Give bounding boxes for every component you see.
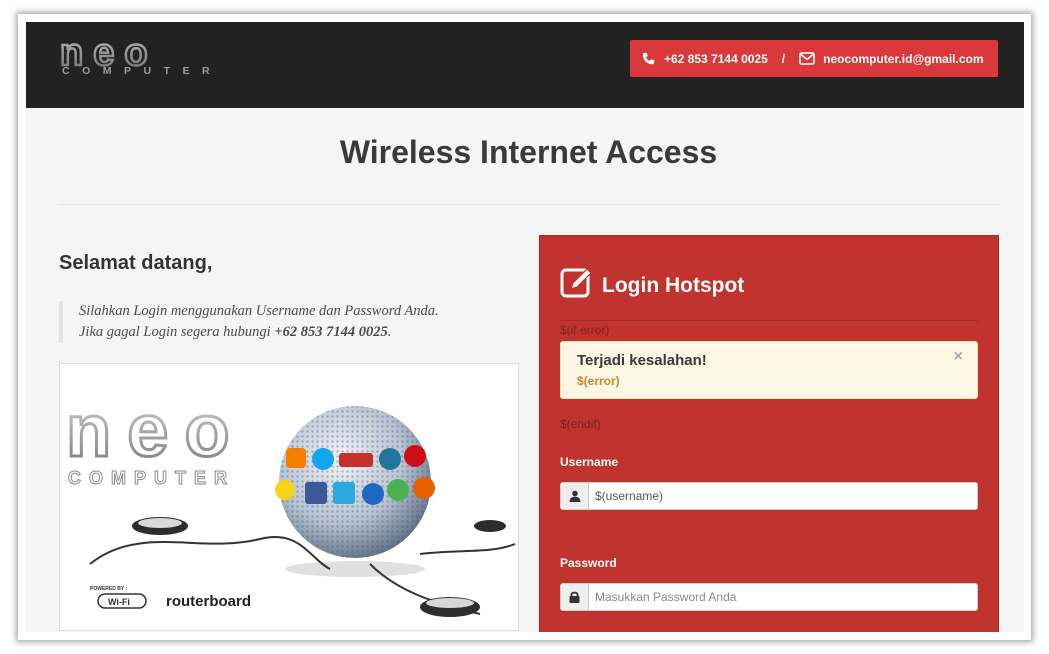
close-icon[interactable]: × [954,348,963,366]
neo-computer-logo: neo COMPUTER [59,38,222,76]
template-endif: $(endif) [560,417,601,431]
hero-logo-sub: COMPUTER [68,468,235,488]
login-panel: Login Hotspot $(if error) Terjadi kesala… [539,235,999,632]
hero-routerboard: routerboard [166,593,251,610]
header-bar: neo COMPUTER +62 853 7144 0025 / neocomp… [26,22,1024,108]
username-field [560,482,978,510]
contact-bar: +62 853 7144 0025 / neocomputer.id@gmail… [630,40,998,77]
intro-line-2: Jika gagal Login segera hubungi +62 853 … [79,324,392,340]
user-icon [561,483,589,509]
alert-message: $(error) [577,374,620,388]
intro-line-1: Silahkan Login menggunakan Username dan … [79,303,439,319]
svg-text:COMPUTER: COMPUTER [62,65,222,76]
template-if-error: $(if error) [560,323,610,337]
edit-icon [560,266,594,305]
login-divider [560,320,978,321]
envelope-icon [799,51,815,67]
contact-phone[interactable]: +62 853 7144 0025 [664,52,768,66]
page-title: Wireless Internet Access [339,134,718,170]
login-header: Login Hotspot [560,266,744,305]
hero-powered-by: POWERED BY : [90,586,127,592]
title-divider [59,204,999,205]
password-label: Password [560,556,617,570]
intro-phone: +62 853 7144 0025 [274,324,388,340]
username-label: Username [560,455,619,469]
error-alert: Terjadi kesalahan! $(error) × [560,341,978,399]
username-input[interactable] [589,483,977,509]
password-input[interactable] [589,584,977,610]
hero-illustration: neo COMPUTER POWERED BY : Wi-Fi routerbo… [65,388,516,617]
contact-separator: / [781,51,786,66]
alert-title: Terjadi kesalahan! [577,352,707,369]
page-viewport: neo COMPUTER +62 853 7144 0025 / neocomp… [26,22,1024,632]
lock-icon [561,584,589,610]
intro-blockquote: Silahkan Login menggunakan Username dan … [59,301,529,343]
contact-email[interactable]: neocomputer.id@gmail.com [823,52,983,66]
hero-logo-text: neo [66,389,246,472]
password-field [560,583,978,611]
hero-image: neo COMPUTER POWERED BY : Wi-Fi routerbo… [59,363,519,631]
login-title: Login Hotspot [602,273,745,297]
phone-icon [640,51,656,67]
hero-wifi-badge: Wi-Fi [108,597,130,607]
welcome-heading: Selamat datang, [59,252,213,274]
